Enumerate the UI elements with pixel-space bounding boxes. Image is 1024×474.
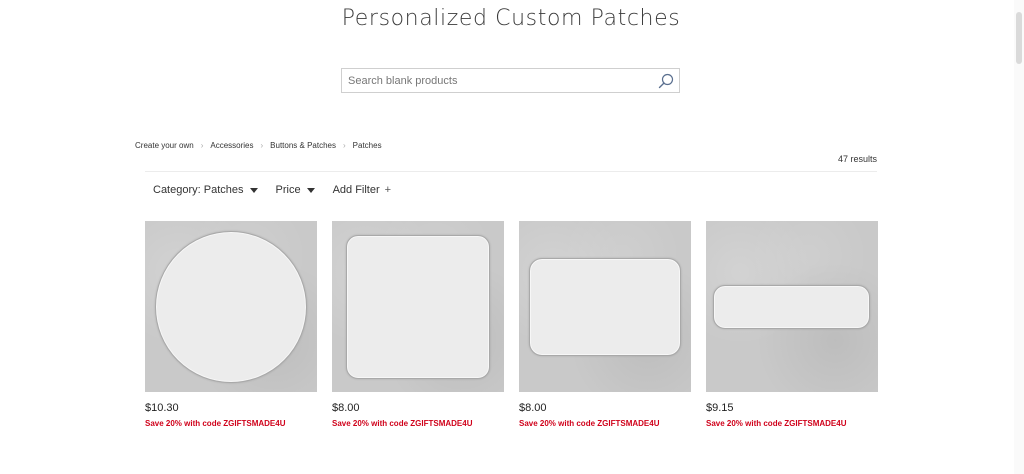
scrollbar-thumb[interactable]	[1016, 12, 1022, 64]
breadcrumb-accessories[interactable]: Accessories	[210, 141, 253, 150]
product-grid: $10.30 Save 20% with code ZGIFTSMADE4U $…	[145, 221, 878, 428]
product-image[interactable]	[519, 221, 691, 392]
scrollbar[interactable]	[1014, 0, 1024, 474]
product-price: $10.30	[145, 402, 179, 414]
product-card[interactable]: $9.15 Save 20% with code ZGIFTSMADE4U	[706, 221, 878, 428]
product-image[interactable]	[706, 221, 878, 392]
product-image[interactable]	[145, 221, 317, 392]
product-card[interactable]: $8.00 Save 20% with code ZGIFTSMADE4U	[519, 221, 691, 428]
circle-patch-image	[155, 231, 307, 383]
filter-bar: Category: Patches Price Add Filter +	[153, 184, 409, 196]
chevron-right-icon: ›	[260, 141, 264, 150]
caret-down-icon	[306, 187, 315, 193]
category-filter-label: Category: Patches	[153, 184, 244, 196]
search-box	[341, 68, 680, 93]
promo-text: Save 20% with code ZGIFTSMADE4U	[332, 419, 473, 428]
square-patch-image	[346, 235, 490, 379]
add-filter-button[interactable]: Add Filter +	[333, 184, 392, 196]
search-icon[interactable]	[655, 70, 677, 92]
page-title: Personalized Custom Patches	[341, 6, 681, 31]
product-image[interactable]	[332, 221, 504, 392]
breadcrumb: Create your own › Accessories › Buttons …	[135, 141, 382, 150]
plus-icon: +	[384, 184, 392, 196]
product-card[interactable]: $10.30 Save 20% with code ZGIFTSMADE4U	[145, 221, 317, 428]
breadcrumb-create-your-own[interactable]: Create your own	[135, 141, 194, 150]
bar-patch-image	[713, 285, 870, 329]
page: Personalized Custom Patches Create your …	[0, 0, 1024, 474]
chevron-right-icon: ›	[200, 141, 204, 150]
divider	[145, 171, 877, 172]
breadcrumb-buttons-patches[interactable]: Buttons & Patches	[270, 141, 336, 150]
product-price: $8.00	[332, 402, 360, 414]
price-filter-label: Price	[275, 184, 301, 196]
product-price: $9.15	[706, 402, 734, 414]
add-filter-label: Add Filter	[332, 184, 380, 196]
search-input[interactable]	[342, 69, 655, 92]
price-filter[interactable]: Price	[276, 184, 315, 196]
promo-text: Save 20% with code ZGIFTSMADE4U	[706, 419, 847, 428]
promo-text: Save 20% with code ZGIFTSMADE4U	[145, 419, 286, 428]
promo-text: Save 20% with code ZGIFTSMADE4U	[519, 419, 660, 428]
category-filter[interactable]: Category: Patches	[153, 184, 258, 196]
caret-down-icon	[249, 187, 258, 193]
chevron-right-icon: ›	[343, 141, 346, 150]
breadcrumb-patches: Patches	[352, 141, 382, 150]
rectangle-patch-image	[529, 258, 681, 356]
product-price: $8.00	[519, 402, 547, 414]
product-card[interactable]: $8.00 Save 20% with code ZGIFTSMADE4U	[332, 221, 504, 428]
results-count: 47 results	[837, 154, 877, 164]
